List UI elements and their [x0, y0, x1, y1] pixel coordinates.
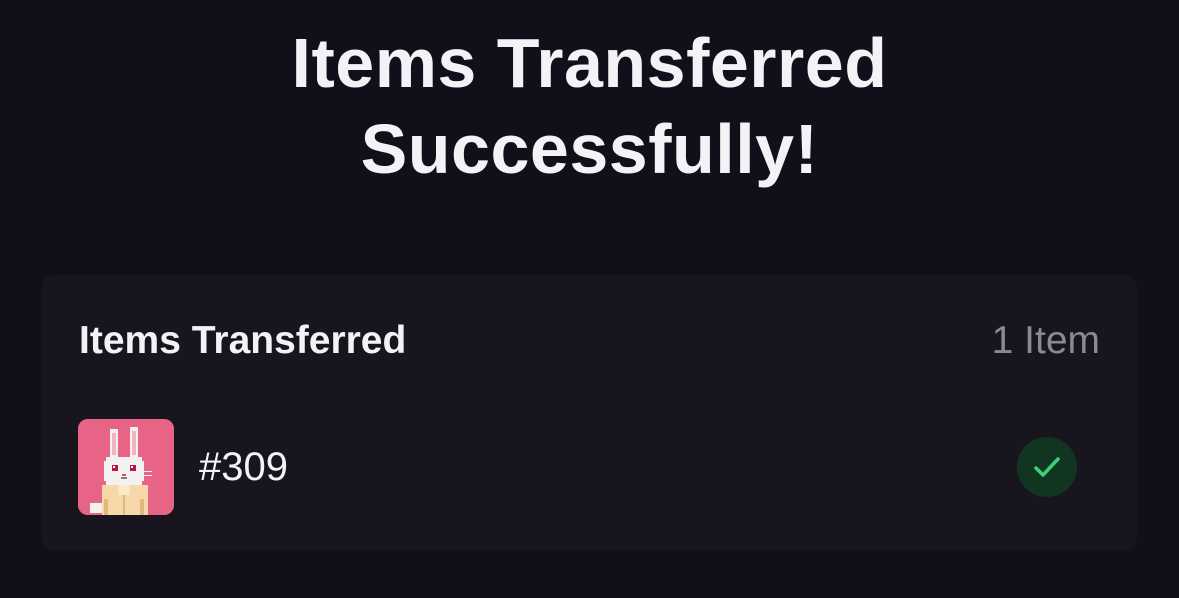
title-line-1: Items Transferred	[291, 24, 888, 102]
page-title: Items Transferred Successfully!	[0, 20, 1179, 192]
transferred-items-card: Items Transferred 1 Item #309	[42, 275, 1137, 550]
pixel-bunny-icon	[78, 419, 174, 515]
check-icon	[1034, 457, 1060, 477]
title-line-2: Successfully!	[360, 110, 819, 188]
card-heading: Items Transferred	[79, 319, 407, 362]
item-name: #309	[199, 445, 288, 489]
list-item[interactable]: #309	[78, 419, 1100, 515]
item-count: 1 Item	[991, 319, 1100, 362]
success-badge	[1017, 437, 1077, 497]
